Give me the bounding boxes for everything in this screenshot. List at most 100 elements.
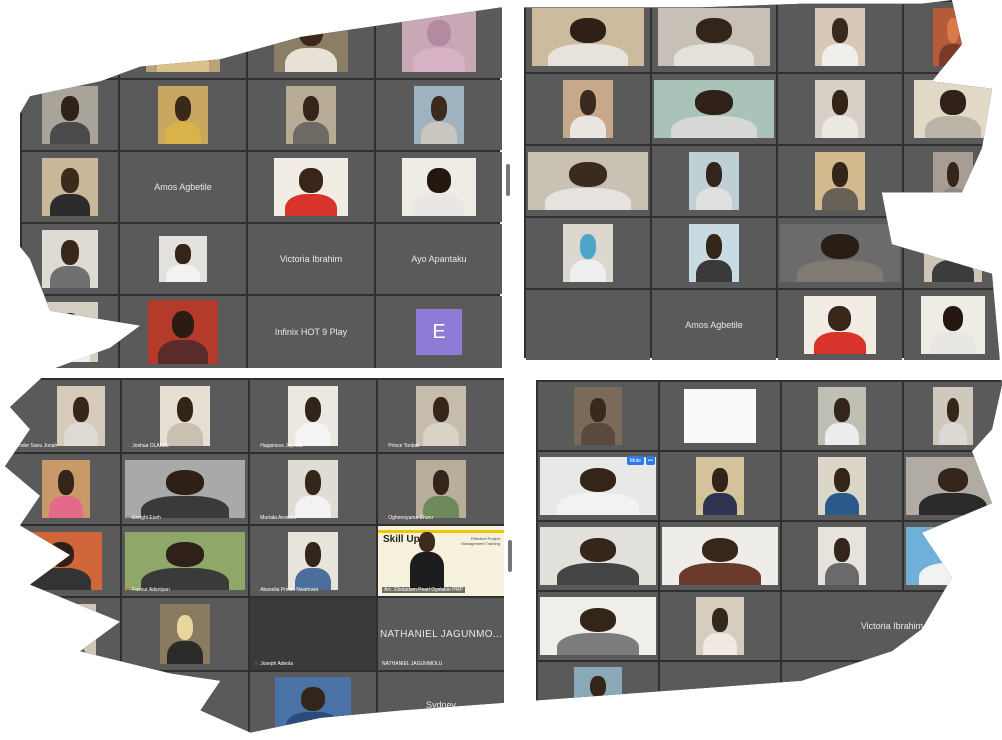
participant-video[interactable] bbox=[526, 218, 650, 288]
participant-video[interactable] bbox=[248, 80, 374, 150]
participant-name-tile[interactable]: Ayo Apantaku bbox=[376, 224, 502, 294]
participant-video[interactable] bbox=[904, 452, 1002, 520]
participant-video[interactable] bbox=[248, 2, 374, 78]
participant-video[interactable]: ✕ Prince Tonbali bbox=[378, 380, 504, 452]
participant-video[interactable] bbox=[538, 592, 658, 660]
participant-name-tile[interactable]: NATHANIEL JAGUNMO... NATHANIEL JAGUNMOLU bbox=[378, 598, 504, 670]
participant-avatar-tile[interactable]: E bbox=[376, 296, 502, 368]
participant-video[interactable] bbox=[526, 290, 650, 360]
participant-video[interactable] bbox=[778, 218, 902, 288]
muted-mic-icon: ✕ bbox=[126, 515, 131, 521]
participant-video[interactable] bbox=[248, 152, 374, 222]
participant-video[interactable] bbox=[120, 2, 246, 78]
participant-video[interactable]: Mute ••• bbox=[538, 452, 658, 520]
participant-label: ✕ Murtala Arowolo bbox=[254, 515, 296, 521]
participant-video[interactable] bbox=[538, 662, 658, 722]
participant-video[interactable] bbox=[782, 382, 902, 450]
participant-name: Sydney bbox=[425, 700, 457, 710]
participant-label: ✕ Prince Tonbali bbox=[382, 443, 420, 449]
participant-video[interactable] bbox=[250, 672, 376, 733]
participant-photo bbox=[147, 299, 219, 365]
participant-video[interactable] bbox=[538, 382, 658, 450]
participant-video[interactable] bbox=[904, 290, 1002, 360]
participant-video[interactable] bbox=[2, 454, 120, 524]
participant-video[interactable]: ✕ Joseph Adeola bbox=[250, 598, 376, 670]
stage: Amos Agbetile Victoria Ibrahim Ayo Apant… bbox=[0, 0, 1002, 740]
participant-name-tile[interactable]: Victoria Ibrahim bbox=[782, 592, 1002, 660]
participant-video[interactable] bbox=[660, 592, 780, 660]
participant-video[interactable] bbox=[120, 224, 246, 294]
participant-photo bbox=[905, 457, 1001, 515]
participant-photo bbox=[42, 229, 98, 289]
more-options-icon[interactable]: ••• bbox=[645, 456, 655, 465]
panel-resize-handle[interactable] bbox=[508, 540, 512, 572]
participant-video[interactable] bbox=[782, 522, 902, 590]
participant-video[interactable] bbox=[652, 146, 776, 216]
participant-video[interactable] bbox=[538, 522, 658, 590]
participant-photo bbox=[410, 532, 444, 588]
participant-video[interactable] bbox=[904, 146, 1002, 216]
participant-name-tile[interactable]: Sydney bbox=[378, 672, 504, 733]
participant-video[interactable] bbox=[376, 152, 502, 222]
participant-photo bbox=[913, 79, 993, 139]
participant-video[interactable]: ✕ Oghenoyama Ehuru bbox=[378, 454, 504, 524]
participant-video[interactable] bbox=[652, 2, 776, 72]
participant-video[interactable] bbox=[376, 80, 502, 150]
participant-video[interactable] bbox=[122, 672, 248, 733]
muted-mic-icon: ✕ bbox=[382, 515, 387, 521]
participant-video-presentation[interactable]: Skill Up Effective Project Management Tr… bbox=[378, 526, 504, 596]
participant-photo bbox=[540, 457, 656, 515]
participant-video[interactable] bbox=[120, 296, 246, 368]
participant-video[interactable] bbox=[526, 2, 650, 72]
participant-video[interactable] bbox=[660, 452, 780, 520]
participant-video[interactable] bbox=[778, 146, 902, 216]
participant-video[interactable] bbox=[22, 2, 118, 78]
participant-video[interactable] bbox=[904, 522, 1002, 590]
participant-label: ✕ Enright Ezeh bbox=[126, 515, 161, 521]
participant-video[interactable] bbox=[904, 74, 1002, 144]
participant-video[interactable] bbox=[22, 80, 118, 150]
participant-video[interactable] bbox=[652, 218, 776, 288]
panel-resize-handle[interactable] bbox=[506, 164, 510, 196]
avatar: E bbox=[416, 309, 462, 355]
participant-name-tile[interactable]: Infinix HOT 9 Play bbox=[248, 296, 374, 368]
participant-video[interactable]: ✕ Enright Ezeh bbox=[122, 454, 248, 524]
participant-video[interactable] bbox=[660, 382, 780, 450]
participant-video[interactable] bbox=[2, 526, 120, 596]
participant-video[interactable] bbox=[120, 80, 246, 150]
participant-name-tile[interactable]: Amos Agbetile bbox=[120, 152, 246, 222]
participant-video[interactable] bbox=[778, 74, 902, 144]
participant-video[interactable] bbox=[652, 74, 776, 144]
participant-video[interactable] bbox=[778, 290, 902, 360]
participant-photo bbox=[818, 387, 866, 445]
participant-video[interactable] bbox=[904, 2, 1002, 72]
participant-name: NATHANIEL JAGUNMO... bbox=[379, 628, 503, 640]
participant-video[interactable] bbox=[2, 598, 120, 670]
participant-video[interactable] bbox=[526, 146, 650, 216]
participant-video[interactable] bbox=[904, 382, 1002, 450]
participant-video[interactable] bbox=[122, 598, 248, 670]
participant-video[interactable] bbox=[22, 152, 118, 222]
participant-video[interactable] bbox=[904, 662, 1002, 722]
participant-video[interactable]: ✕ ...ender Sanu Jonah bbox=[2, 380, 120, 452]
participant-video[interactable]: ✕ Murtala Arowolo bbox=[250, 454, 376, 524]
participant-video[interactable] bbox=[782, 452, 902, 520]
participant-video[interactable] bbox=[22, 296, 118, 368]
participant-video[interactable] bbox=[782, 662, 902, 722]
participant-video[interactable] bbox=[660, 522, 780, 590]
participant-name-tile[interactable]: Victoria Ibrahim bbox=[248, 224, 374, 294]
participant-name-tile[interactable]: Amos Agbetile bbox=[652, 290, 776, 360]
muted-mic-icon: ✕ bbox=[126, 587, 131, 593]
participant-video[interactable] bbox=[2, 672, 120, 733]
participant-video[interactable] bbox=[526, 74, 650, 144]
participant-video[interactable]: ✕ Favour Adeniyan bbox=[122, 526, 248, 596]
participant-video[interactable] bbox=[22, 224, 118, 294]
participant-video[interactable] bbox=[778, 2, 902, 72]
participant-video[interactable] bbox=[376, 2, 502, 78]
participant-video[interactable]: ✕ Happiness Jayeola bbox=[250, 380, 376, 452]
participant-video[interactable] bbox=[904, 218, 1002, 288]
mute-button[interactable]: Mute bbox=[626, 456, 644, 465]
participant-video[interactable]: ✕ Akanelia Prince Nwahuwa bbox=[250, 526, 376, 596]
participant-video[interactable] bbox=[660, 662, 780, 722]
participant-video[interactable]: ✕ Joshua OLAKJE bbox=[122, 380, 248, 452]
